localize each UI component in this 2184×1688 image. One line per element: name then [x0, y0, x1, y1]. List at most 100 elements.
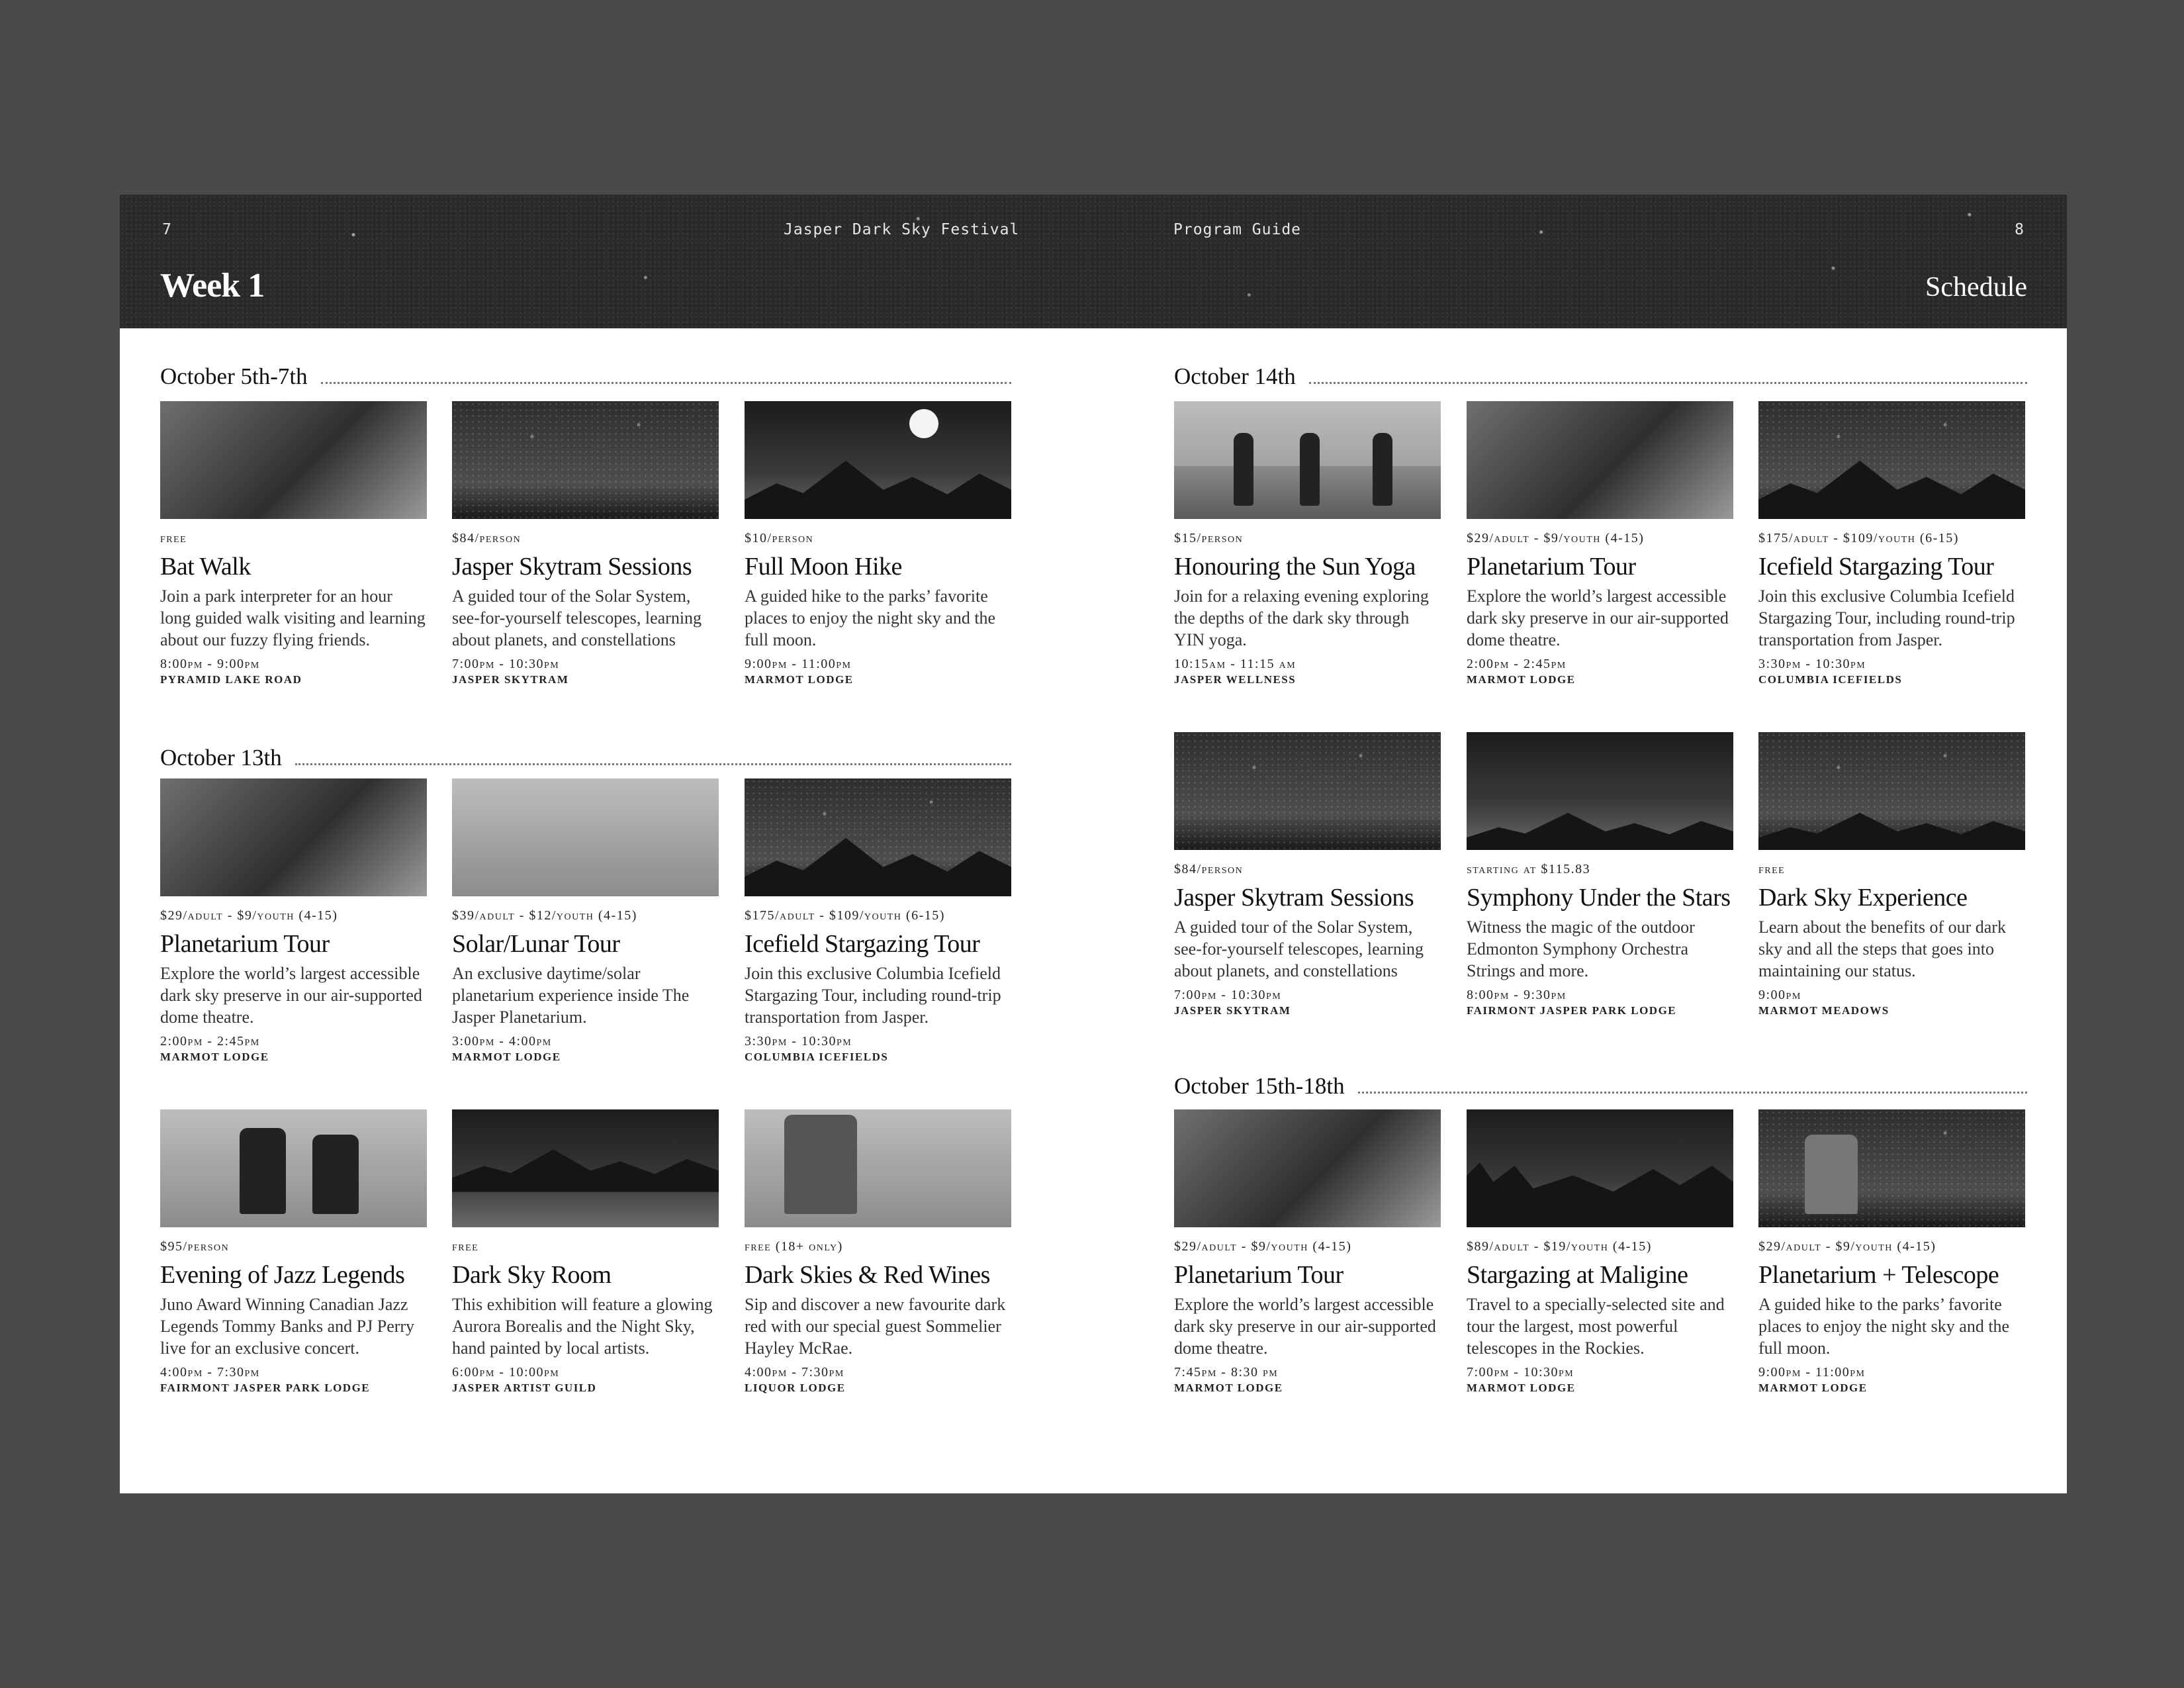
event-location: Jasper Skytram	[1174, 1004, 1291, 1017]
aurora-lake-photo	[452, 1109, 719, 1227]
event-card-icefield-stargazing[interactable]: $175/adult - $109/youth (6-15) Icefield …	[745, 778, 1011, 1064]
event-price: $29/adult - $9/youth (4-15)	[160, 908, 338, 923]
event-location: Columbia Icefields	[745, 1051, 889, 1063]
person-silhouette	[240, 1128, 286, 1214]
dotted-rule	[1308, 382, 2027, 384]
event-price: $29/adult - $9/youth (4-15)	[1467, 531, 1645, 545]
event-location: Jasper Wellness	[1174, 673, 1297, 686]
event-description: Learn about the benefits of our dark sky…	[1758, 917, 2006, 980]
event-card-dark-sky-experience[interactable]: free Dark Sky Experience Learn about the…	[1758, 732, 2025, 1017]
program-guide-spread: 7 Jasper Dark Sky Festival Program Guide…	[120, 195, 2067, 1493]
event-card-bat-walk[interactable]: free Bat Walk Join a park interpreter fo…	[160, 401, 427, 686]
event-description: A guided tour of the Solar System, see-f…	[1174, 917, 1424, 980]
event-card-planetarium-telescope[interactable]: $29/adult - $9/youth (4-15) Planetarium …	[1758, 1109, 2025, 1395]
event-description: A guided tour of the Solar System, see-f…	[452, 586, 702, 649]
forest-night-photo	[1467, 1109, 1733, 1227]
event-card-dark-sky-room[interactable]: free Dark Sky Room This exhibition will …	[452, 1109, 719, 1395]
event-card-stargazing-maligine[interactable]: $89/adult - $19/youth (4-15) Stargazing …	[1467, 1109, 1733, 1395]
event-description: Join this exclusive Columbia Icefield St…	[1758, 586, 2015, 649]
event-card-sun-yoga[interactable]: $15/person Honouring the Sun Yoga Join f…	[1174, 401, 1441, 686]
event-location: Jasper Skytram	[452, 673, 569, 686]
event-location: Marmot Lodge	[452, 1051, 561, 1063]
section-october-5-7: October 5th-7th	[160, 357, 1011, 388]
event-time: 9:00pm	[1758, 988, 1801, 1002]
event-price: free (18+ only)	[745, 1239, 843, 1254]
tree-silhouette	[1467, 1162, 1733, 1227]
person-silhouette	[312, 1135, 359, 1214]
orchestra-photo	[1467, 732, 1733, 850]
event-time: 7:00pm - 10:30pm	[1467, 1365, 1574, 1380]
event-description: Explore the world’s largest accessible d…	[1174, 1295, 1436, 1358]
event-card-skytram[interactable]: $84/person Jasper Skytram Sessions A gui…	[452, 401, 719, 686]
mountain-silhouette	[745, 460, 1011, 519]
person-silhouette	[784, 1115, 857, 1214]
event-card-planetarium-tour[interactable]: $29/adult - $9/youth (4-15) Planetarium …	[160, 778, 427, 1064]
yoga-photo	[1174, 401, 1441, 519]
event-description: Explore the world’s largest accessible d…	[160, 964, 422, 1027]
event-location: Columbia Icefields	[1758, 673, 1903, 686]
event-title: Evening of Jazz Legends	[160, 1261, 405, 1289]
event-title: Bat Walk	[160, 553, 251, 581]
event-card-icefield-stargazing-2[interactable]: $175/adult - $109/youth (6-15) Icefield …	[1758, 401, 2025, 686]
wine-tasting-photo	[745, 1109, 1011, 1227]
guide-label: Program Guide	[1173, 221, 1302, 238]
event-time: 9:00pm - 11:00pm	[745, 657, 852, 671]
event-price: starting at $115.83	[1467, 862, 1591, 876]
event-location: Marmot Lodge	[745, 673, 854, 686]
mountain-silhouette	[452, 1149, 719, 1192]
person-silhouette	[1234, 433, 1253, 506]
event-time: 7:00pm - 10:30pm	[452, 657, 560, 671]
event-time: 4:00pm - 7:30pm	[160, 1365, 260, 1380]
event-card-jazz-legends[interactable]: $95/person Evening of Jazz Legends Juno …	[160, 1109, 427, 1395]
event-time: 8:00pm - 9:30pm	[1467, 988, 1567, 1002]
event-description: This exhibition will feature a glowing A…	[452, 1295, 713, 1358]
event-title: Jasper Skytram Sessions	[1174, 884, 1414, 912]
orchestra-silhouette	[1467, 812, 1733, 850]
event-description: Join a park interpreter for an hour long…	[160, 586, 426, 649]
event-title: Planetarium Tour	[1174, 1261, 1343, 1289]
event-time: 2:00pm - 2:45pm	[1467, 657, 1567, 671]
event-price: $175/adult - $109/youth (6-15)	[1758, 531, 1959, 545]
jazz-musicians-photo	[160, 1109, 427, 1227]
event-location: Jasper Artist Guild	[452, 1382, 597, 1394]
header-starfield: 7 Jasper Dark Sky Festival Program Guide…	[120, 195, 2067, 328]
event-card-solar-lunar-tour[interactable]: $39/adult - $12/youth (4-15) Solar/Lunar…	[452, 778, 719, 1064]
event-location: Liquor Lodge	[745, 1382, 846, 1394]
week-heading: Week 1	[160, 267, 265, 305]
section-october-14: October 14th	[1174, 357, 2027, 388]
event-card-planetarium-tour-3[interactable]: $29/adult - $9/youth (4-15) Planetarium …	[1174, 1109, 1441, 1395]
event-price: $10/person	[745, 531, 814, 545]
event-title: Planetarium Tour	[1467, 553, 1636, 581]
event-description: A guided hike to the parks’ favorite pla…	[1758, 1295, 2010, 1358]
planetarium-photo	[160, 778, 427, 896]
section-october-15-18: October 15th-18th	[1174, 1067, 2027, 1098]
event-card-planetarium-tour-2[interactable]: $29/adult - $9/youth (4-15) Planetarium …	[1467, 401, 1733, 686]
mountain-silhouette	[1758, 460, 2025, 519]
event-time: 8:00pm - 9:00pm	[160, 657, 260, 671]
event-title: Full Moon Hike	[745, 553, 902, 581]
schedule-heading: Schedule	[1925, 272, 2027, 303]
person-silhouette	[1805, 1135, 1858, 1214]
section-title: October 5th-7th	[160, 363, 308, 389]
mountain-silhouette	[1758, 812, 2025, 850]
event-location: Marmot Meadows	[1758, 1004, 1889, 1017]
section-october-13: October 13th	[160, 739, 1011, 769]
bat-photo	[160, 401, 427, 519]
event-title: Stargazing at Maligine	[1467, 1261, 1688, 1289]
person-silhouette	[1373, 433, 1392, 506]
event-time: 3:30pm - 10:30pm	[745, 1034, 852, 1049]
event-card-skytram-2[interactable]: $84/person Jasper Skytram Sessions A gui…	[1174, 732, 1441, 1017]
event-location: Marmot Lodge	[1174, 1382, 1283, 1394]
event-location: Fairmont Jasper Park Lodge	[1467, 1004, 1677, 1017]
section-title: October 15th-18th	[1174, 1073, 1345, 1099]
planetarium-photo	[1174, 1109, 1441, 1227]
event-card-symphony-under-stars[interactable]: starting at $115.83 Symphony Under the S…	[1467, 732, 1733, 1017]
event-card-full-moon-hike[interactable]: $10/person Full Moon Hike A guided hike …	[745, 401, 1011, 686]
event-card-dark-skies-red-wines[interactable]: free (18+ only) Dark Skies & Red Wines S…	[745, 1109, 1011, 1395]
section-title: October 13th	[160, 745, 282, 771]
skytram-photo	[452, 401, 719, 519]
mountain-silhouette	[745, 837, 1011, 896]
skytram-photo	[1174, 732, 1441, 850]
event-location: Pyramid Lake Road	[160, 673, 302, 686]
event-title: Symphony Under the Stars	[1467, 884, 1731, 912]
